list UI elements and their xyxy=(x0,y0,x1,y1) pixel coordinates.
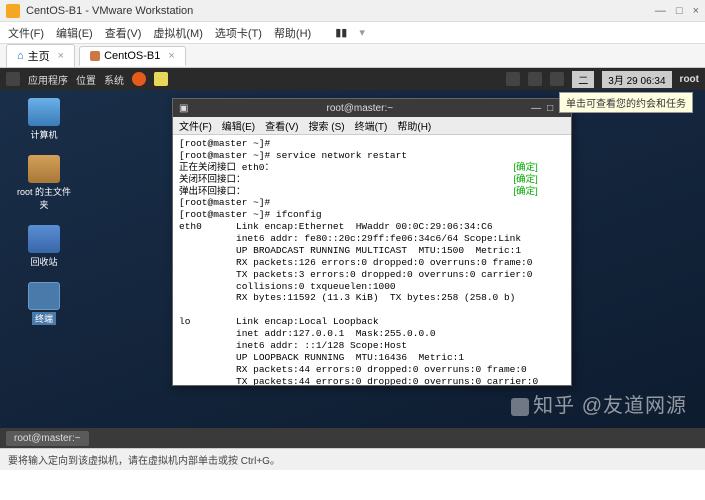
terminal-titlebar[interactable]: ▣ root@master:~ — □ × xyxy=(173,99,571,117)
terminal-menubar: 文件(F) 编辑(E) 查看(V) 搜索 (S) 终端(T) 帮助(H) xyxy=(173,117,571,135)
firefox-icon[interactable] xyxy=(132,72,146,86)
clock-date[interactable]: 3月 29 06:34 xyxy=(602,71,671,88)
home-icon: ⌂ xyxy=(17,50,24,62)
desktop-computer[interactable]: 计算机 xyxy=(16,98,72,141)
app-menubar: 文件(F) 编辑(E) 查看(V) 虚拟机(M) 选项卡(T) 帮助(H) ▮▮… xyxy=(0,22,705,44)
pause-icon[interactable]: ▮▮ xyxy=(335,26,347,39)
taskbar-task[interactable]: root@master:~ xyxy=(6,431,89,446)
term-menu-edit[interactable]: 编辑(E) xyxy=(222,118,255,133)
term-menu-search[interactable]: 搜索 (S) xyxy=(308,118,344,133)
vm-tab-row: ⌂ 主页 × CentOS-B1 × xyxy=(0,44,705,68)
window-title: CentOS-B1 - VMware Workstation xyxy=(26,5,655,17)
terminal-app-icon: ▣ xyxy=(179,103,188,114)
desktop-icons: 计算机 root 的主文件夹 回收站 终端 xyxy=(16,98,72,325)
desktop-home[interactable]: root 的主文件夹 xyxy=(16,155,72,211)
desktop-terminal[interactable]: 终端 xyxy=(16,282,72,325)
menu-help[interactable]: 帮助(H) xyxy=(274,25,311,41)
vmware-logo-icon xyxy=(6,4,20,18)
tray-icon-2[interactable] xyxy=(528,72,542,86)
trash-icon xyxy=(28,225,60,253)
gnome-top-panel: 应用程序 位置 系统 二 3月 29 06:34 root xyxy=(0,68,705,90)
menu-edit[interactable]: 编辑(E) xyxy=(56,25,93,41)
terminal-max-button[interactable]: □ xyxy=(547,103,553,114)
gnome-foot-icon[interactable] xyxy=(6,72,20,86)
home-folder-icon xyxy=(28,155,60,183)
computer-icon xyxy=(28,98,60,126)
terminal-title: root@master:~ xyxy=(188,103,531,114)
vm-icon xyxy=(90,51,100,61)
tab-home-label: 主页 xyxy=(28,48,50,64)
clock-day[interactable]: 二 xyxy=(572,71,594,88)
gnome-apps[interactable]: 应用程序 xyxy=(28,72,68,87)
note-icon[interactable] xyxy=(154,72,168,86)
clock-tooltip: 单击可查看您的约会和任务 xyxy=(559,92,693,113)
guest-desktop[interactable]: 应用程序 位置 系统 二 3月 29 06:34 root 单击可查看您的约会和… xyxy=(0,68,705,448)
menu-vm[interactable]: 虚拟机(M) xyxy=(153,25,203,41)
minimize-button[interactable]: — xyxy=(655,5,666,17)
menu-tabs[interactable]: 选项卡(T) xyxy=(215,25,262,41)
app-titlebar: CentOS-B1 - VMware Workstation — □ × xyxy=(0,0,705,22)
terminal-min-button[interactable]: — xyxy=(531,103,541,114)
terminal-window[interactable]: ▣ root@master:~ — □ × 文件(F) 编辑(E) 查看(V) … xyxy=(172,98,572,386)
dropdown-icon[interactable]: ▾ xyxy=(359,26,365,39)
watermark: 知乎 @友道网源 xyxy=(511,389,687,418)
term-menu-view[interactable]: 查看(V) xyxy=(265,118,298,133)
maximize-button[interactable]: □ xyxy=(676,5,683,17)
gnome-bottom-panel: root@master:~ xyxy=(0,428,705,448)
term-menu-help[interactable]: 帮助(H) xyxy=(397,118,431,133)
terminal-body[interactable]: [root@master ~]# [root@master ~]# servic… xyxy=(173,135,571,385)
gnome-places[interactable]: 位置 xyxy=(76,72,96,87)
menu-view[interactable]: 查看(V) xyxy=(105,25,142,41)
close-button[interactable]: × xyxy=(693,5,699,17)
terminal-icon xyxy=(28,282,60,310)
user-menu[interactable]: root xyxy=(680,74,699,85)
tab-home-close[interactable]: × xyxy=(58,50,64,62)
term-menu-terminal[interactable]: 终端(T) xyxy=(355,118,388,133)
tray-icon-1[interactable] xyxy=(506,72,520,86)
vmware-statusbar: 要将输入定向到该虚拟机，请在虚拟机内部单击或按 Ctrl+G。 xyxy=(0,448,705,470)
volume-icon[interactable] xyxy=(550,72,564,86)
desktop-trash[interactable]: 回收站 xyxy=(16,225,72,268)
status-text: 要将输入定向到该虚拟机，请在虚拟机内部单击或按 Ctrl+G。 xyxy=(8,452,280,467)
tab-vm-label: CentOS-B1 xyxy=(104,50,160,62)
tab-vm[interactable]: CentOS-B1 × xyxy=(79,46,186,66)
term-menu-file[interactable]: 文件(F) xyxy=(179,118,212,133)
zhihu-logo-icon xyxy=(511,398,529,416)
gnome-system[interactable]: 系统 xyxy=(104,72,124,87)
menu-file[interactable]: 文件(F) xyxy=(8,25,44,41)
tab-home[interactable]: ⌂ 主页 × xyxy=(6,44,75,68)
tab-vm-close[interactable]: × xyxy=(168,50,174,62)
